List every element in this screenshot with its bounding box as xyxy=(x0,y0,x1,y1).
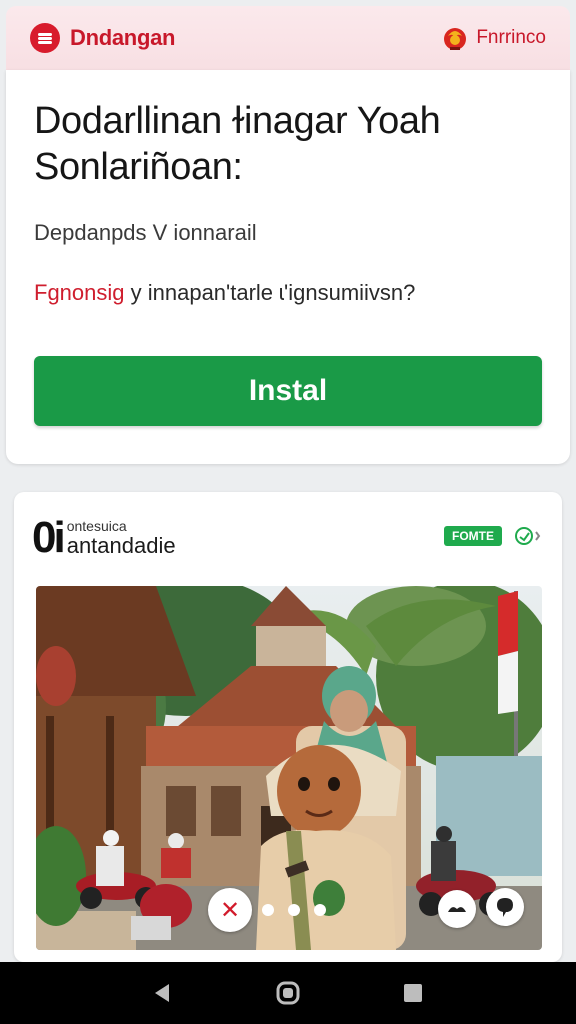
top-bar: Dndangan Fnrrinco xyxy=(6,6,570,70)
logo-small-text: ontesuica xyxy=(66,518,127,534)
system-nav-bar xyxy=(0,962,576,1024)
logo-text: ontesuica antandadie xyxy=(67,518,176,558)
pager-dot[interactable] xyxy=(262,904,274,916)
question-text: Fgnonsig y innapan'tarle ɩ'ignsumiivsn? xyxy=(34,280,542,306)
feed-card: 0i ontesuica antandadie FOMTE ✕ xyxy=(14,492,562,962)
status-badge: FOMTE xyxy=(444,526,502,546)
feed-photo[interactable]: ✕ xyxy=(36,586,542,950)
headline: Dodarllinan ɫinagar Yoah Sonlariñoan: xyxy=(34,100,441,188)
top-right-label: Fnrrinco xyxy=(476,27,546,48)
menu-icon[interactable] xyxy=(30,23,60,53)
emblem-icon xyxy=(444,28,467,50)
logo-big-text: antandadie xyxy=(66,533,176,558)
install-button[interactable]: Instal xyxy=(34,356,542,426)
recents-icon[interactable] xyxy=(393,973,433,1013)
back-icon[interactable] xyxy=(143,973,183,1013)
top-right-link[interactable]: Fnrrinco xyxy=(440,23,546,53)
chat-button[interactable] xyxy=(486,888,524,926)
share-icon[interactable] xyxy=(512,524,542,548)
home-icon[interactable] xyxy=(268,973,308,1013)
pager-dots xyxy=(262,904,326,916)
logo-mark: 0i xyxy=(32,513,66,562)
question-accent: Fgnonsig xyxy=(34,280,125,305)
mask-icon xyxy=(448,907,466,912)
mask-button[interactable] xyxy=(438,890,476,928)
app-card: Dodarllinan ɫinagar Yoah Sonlariñoan: De… xyxy=(6,70,570,464)
brand-title[interactable]: Dndangan xyxy=(70,25,175,51)
screen: Dndangan Fnrrinco Dodarllinan ɫinagar Yo… xyxy=(0,0,576,1024)
dismiss-button[interactable]: ✕ xyxy=(208,888,252,932)
question-rest: y innapan'tarle ɩ'ignsumiivsn? xyxy=(124,280,416,305)
pager-dot[interactable] xyxy=(288,904,300,916)
pager-dot[interactable] xyxy=(314,904,326,916)
subtitle: Depdanpds V ionnarail xyxy=(34,220,257,245)
publisher-logo[interactable]: 0i ontesuica antandadie xyxy=(32,513,176,562)
chat-icon xyxy=(497,898,513,917)
